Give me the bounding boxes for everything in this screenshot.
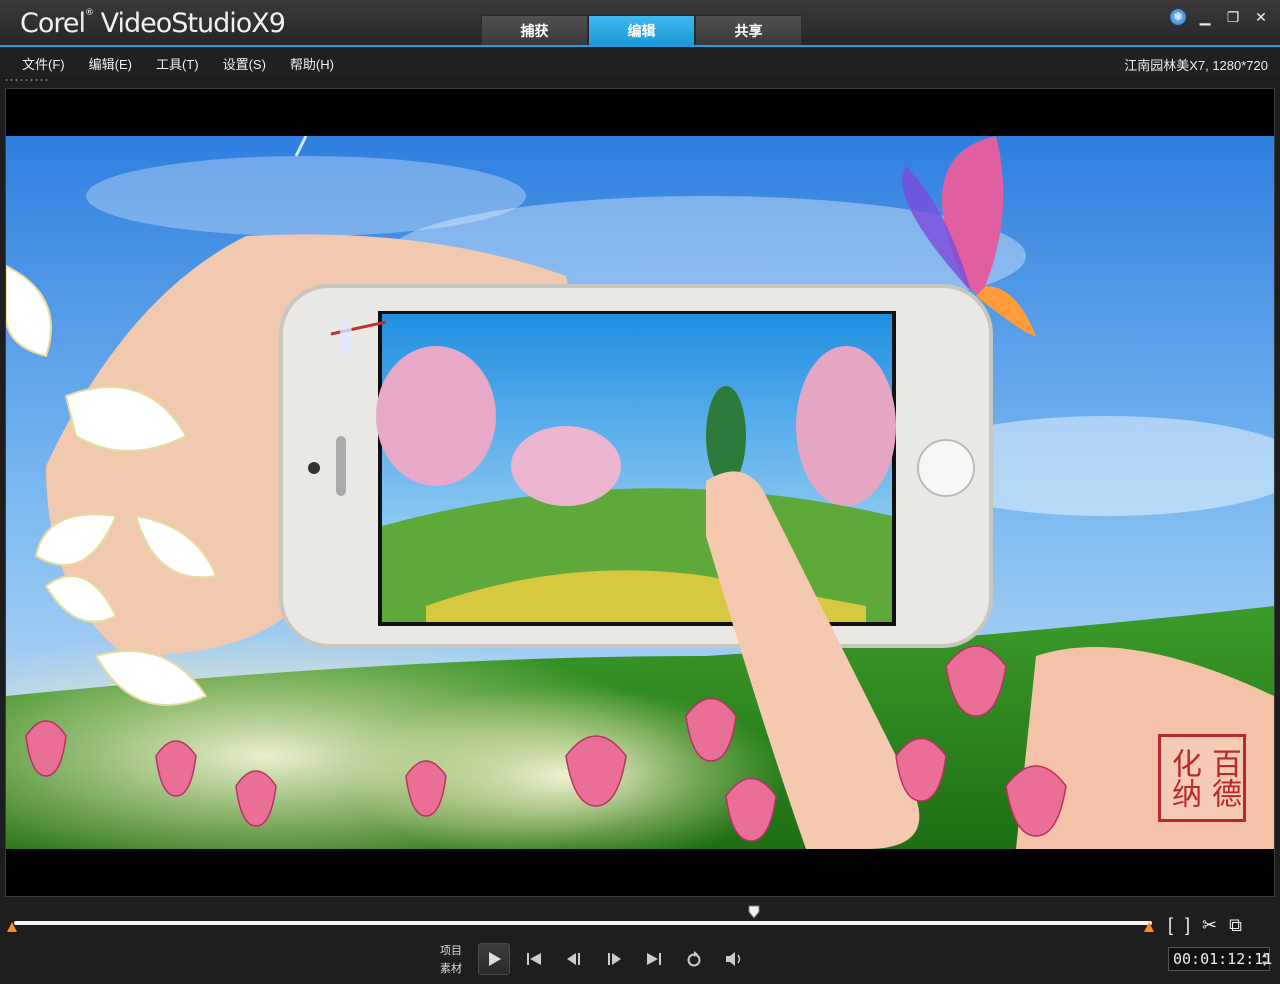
tab-capture[interactable]: 捕获 xyxy=(481,15,588,46)
repeat-button[interactable] xyxy=(678,943,710,975)
next-frame-button[interactable] xyxy=(598,943,630,975)
menu-settings[interactable]: 设置(S) xyxy=(223,54,266,73)
mark-in-button[interactable]: [ xyxy=(1168,915,1173,936)
brand-version: X9 xyxy=(251,8,286,39)
playhead-handle[interactable] xyxy=(748,905,760,919)
timecode-value: 00:01:12:11 xyxy=(1173,950,1273,968)
skip-end-icon xyxy=(647,953,661,965)
workspace-tabs: 捕获 编辑 共享 xyxy=(481,15,802,46)
go-to-end-button[interactable] xyxy=(638,943,670,975)
play-icon xyxy=(489,952,501,966)
scrub-track[interactable] xyxy=(14,921,1152,925)
repeat-icon xyxy=(687,951,701,967)
transport-controls xyxy=(478,943,750,975)
help-snowflake-icon[interactable]: ❄ xyxy=(1170,9,1186,25)
menu-file[interactable]: 文件(F) xyxy=(22,54,65,73)
previous-frame-button[interactable] xyxy=(558,943,590,975)
brand-product: VideoStudio xyxy=(100,8,253,39)
video-artwork xyxy=(6,136,1274,849)
prev-frame-icon xyxy=(567,953,580,965)
menu-bar: 文件(F) 编辑(E) 工具(T) 设置(S) 帮助(H) 江南园林美X7, 1… xyxy=(0,47,1280,77)
minimize-icon[interactable]: ▁ xyxy=(1196,8,1214,26)
mode-clip[interactable]: 素材 xyxy=(440,960,462,978)
seal-stamp: 百德化纳 xyxy=(1158,734,1246,822)
scissors-icon[interactable]: ✂ xyxy=(1202,915,1217,936)
title-bar: Corel® VideoStudioX9 捕获 编辑 共享 ❄ ▁ ❐ ✕ xyxy=(0,0,1280,46)
trim-controls: [ ] ✂ ⧉ xyxy=(1168,915,1242,936)
panel-grip[interactable] xyxy=(4,78,50,82)
next-frame-icon xyxy=(608,953,621,965)
menu-help[interactable]: 帮助(H) xyxy=(290,54,334,73)
mode-project[interactable]: 项目 xyxy=(440,942,462,960)
video-frame: 百德化纳 xyxy=(6,136,1274,849)
volume-icon xyxy=(726,952,741,966)
skip-start-icon xyxy=(527,953,541,965)
window-controls: ❄ ▁ ❐ ✕ xyxy=(1170,8,1270,26)
go-to-start-button[interactable] xyxy=(518,943,550,975)
mark-out-button[interactable]: ] xyxy=(1185,915,1190,936)
brand-corel: Corel xyxy=(20,8,86,39)
restore-icon[interactable]: ❐ xyxy=(1224,8,1242,26)
timecode-field[interactable]: 00:01:12:11 ▲ ▼ xyxy=(1168,947,1273,971)
mark-in-marker[interactable] xyxy=(7,922,17,932)
timecode-spinner[interactable]: ▲ ▼ xyxy=(1262,950,1267,968)
close-icon[interactable]: ✕ xyxy=(1252,8,1270,26)
play-mode: 项目 素材 xyxy=(440,942,462,978)
tab-edit[interactable]: 编辑 xyxy=(588,15,695,46)
volume-button[interactable] xyxy=(718,943,750,975)
tab-share[interactable]: 共享 xyxy=(695,15,802,46)
project-info: 江南园林美X7, 1280*720 xyxy=(1124,58,1268,73)
enlarge-preview-icon[interactable]: ⧉ xyxy=(1229,915,1242,936)
menu-tools[interactable]: 工具(T) xyxy=(156,54,199,73)
play-button[interactable] xyxy=(478,943,510,975)
menu-edit[interactable]: 编辑(E) xyxy=(89,54,132,73)
app-logo: Corel® VideoStudioX9 xyxy=(20,8,286,39)
mark-out-marker[interactable] xyxy=(1144,922,1154,932)
